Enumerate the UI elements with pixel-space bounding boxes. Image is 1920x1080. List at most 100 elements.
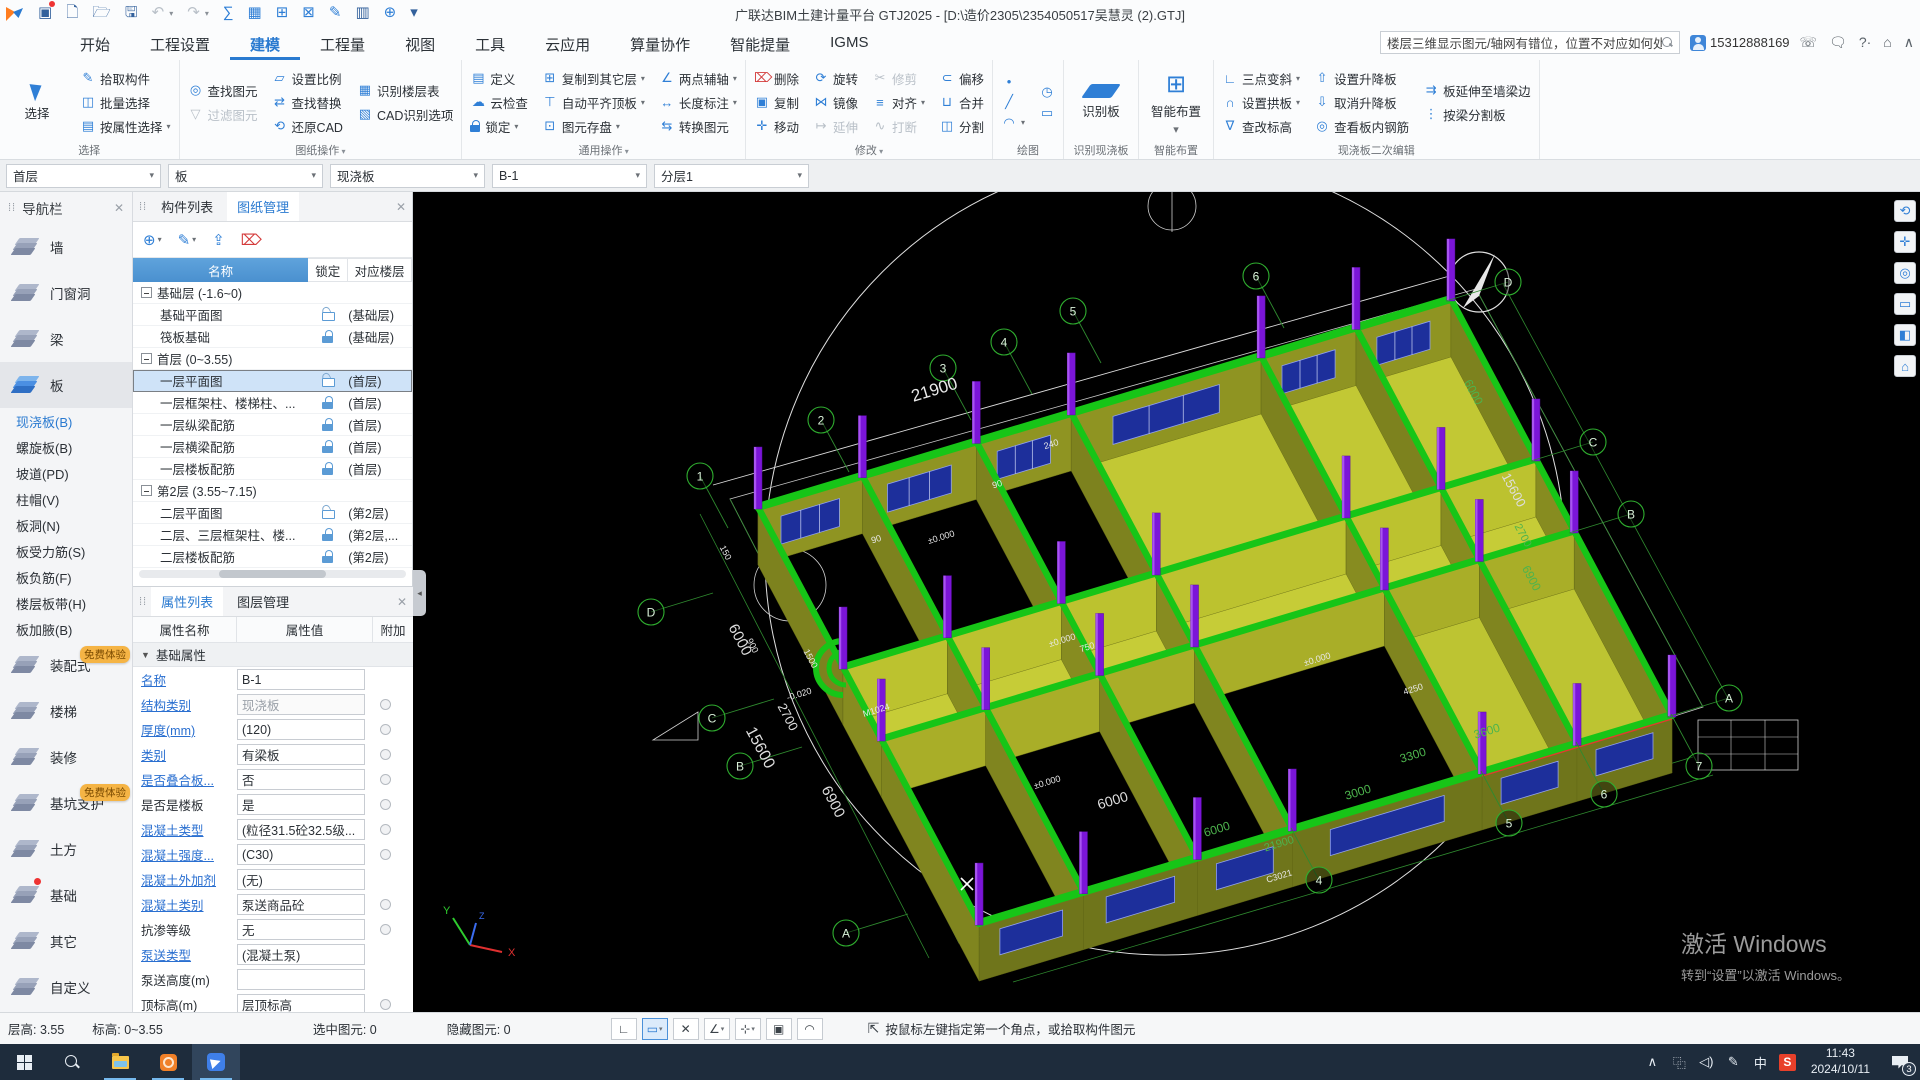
pen-icon[interactable]: ✎ [1720, 1054, 1747, 1070]
redo-icon-arrow[interactable]: ▾ [205, 9, 209, 18]
drawing-row[interactable]: 二层平面图 (第2层) [133, 502, 412, 524]
support-icon[interactable]: ☏ [1800, 34, 1818, 51]
property-value-input[interactable]: 现浇板 [237, 694, 365, 715]
orange-app-button[interactable] [144, 1044, 192, 1080]
help-icon[interactable]: ?· [1859, 34, 1871, 51]
drag-handle-icon[interactable]: ⁞⁞ [8, 202, 16, 214]
collapse-icon[interactable] [141, 287, 152, 298]
智能布置-button[interactable]: ⊞ 智能布置 ▾ [1145, 71, 1207, 136]
project-thumbnail-icon[interactable]: ▣ [38, 1, 56, 23]
property-label[interactable]: 混凝土外加剂 [133, 870, 237, 889]
user-chip[interactable]: 15312888169 [1690, 34, 1790, 51]
feedback-icon[interactable]: 🗨 [1829, 34, 1847, 51]
查看板内钢筋-button[interactable]: ◎ 查看板内钢筋 [1312, 116, 1411, 137]
property-value-input[interactable]: (120) [237, 719, 365, 740]
sidebar-item-门窗洞[interactable]: 门窗洞 [0, 270, 132, 316]
col-lock[interactable]: 锁定 [308, 258, 349, 282]
layer-select-4[interactable]: 分层1 ▾ [654, 163, 809, 188]
view-home-tool[interactable]: ⌂ [1894, 355, 1916, 377]
summary-calc-icon[interactable]: ∑ [223, 3, 234, 23]
sogou-icon[interactable]: S [1778, 1053, 1796, 1071]
taskbar-search-button[interactable] [48, 1044, 96, 1080]
drawing-row[interactable]: 二层楼板配筋 (第2层) [133, 546, 412, 568]
property-value-input[interactable]: 是 [237, 794, 365, 815]
property-label[interactable]: 类别 [133, 745, 237, 764]
draw-line-button[interactable]: ╱ [999, 93, 1027, 111]
偏移-button[interactable]: ⊂ 偏移 [937, 68, 986, 89]
查找图元-button[interactable]: ◎ 查找图元 [186, 80, 260, 101]
property-value-input[interactable]: B-1 [237, 669, 365, 690]
按梁分割板-button[interactable]: ⋮ 按梁分割板 [1421, 104, 1533, 125]
collapse-ribbon-icon[interactable]: ∧ [1904, 34, 1914, 51]
notification-center-button[interactable]: 3 [1880, 1044, 1920, 1080]
drawing-row[interactable]: 筏板基础 (基础层) [133, 326, 412, 348]
redo-icon[interactable]: ↷ [187, 3, 200, 23]
start-button[interactable] [0, 1044, 48, 1080]
识别楼层表-button[interactable]: ▦ 识别楼层表 [355, 80, 455, 101]
批量选择-button[interactable]: ◫ 批量选择 [78, 92, 173, 113]
angle-tool[interactable]: ∠ ▾ [703, 1017, 730, 1040]
qat-more-icon[interactable]: ▾ [410, 3, 418, 23]
glodon-app-button[interactable] [192, 1044, 240, 1080]
layer-select-3[interactable]: B-1 ▾ [492, 163, 647, 188]
property-value-input[interactable] [237, 969, 365, 990]
unlocked-icon[interactable] [322, 308, 336, 321]
property-tab-图层管理[interactable]: 图层管理 [227, 587, 299, 616]
undo-icon-arrow[interactable]: ▾ [169, 9, 173, 18]
close-icon[interactable]: ✕ [114, 201, 124, 215]
property-label[interactable]: 混凝土类型 [133, 820, 237, 839]
property-value-input[interactable]: (混凝土泵) [237, 944, 365, 965]
snap-toggle[interactable]: ✕ [672, 1017, 699, 1040]
draw-rect-button[interactable]: ▭ [1037, 104, 1057, 122]
drawing-canvas[interactable]: 1 2 3 4 5 6 D C B A D C B A 4 5 6 7 21900 6000 2700 15600 6900… [413, 192, 1920, 1012]
collapse-icon[interactable] [141, 353, 152, 364]
search-icon[interactable] [1662, 37, 1673, 48]
property-label[interactable]: 混凝土类别 [133, 895, 237, 914]
layer-select-1[interactable]: 板 ▾ [168, 163, 323, 188]
drawing-group-row[interactable]: 基础层 (-1.6~0) [133, 282, 412, 304]
locked-icon[interactable] [322, 440, 334, 453]
import-drawing-button[interactable]: ⇪ [212, 231, 225, 249]
sidebar-item-土方[interactable]: 土方 [0, 826, 132, 872]
sidebar-item-板负筋(F)[interactable]: 板负筋(F) [0, 564, 132, 590]
property-label[interactable]: 泵送类型 [133, 945, 237, 964]
tab-工程量[interactable]: 工程量 [300, 26, 385, 60]
coord-input-tool[interactable]: ⊹ ▾ [734, 1017, 761, 1040]
sidebar-item-装修[interactable]: 装修 [0, 734, 132, 780]
property-section-basic[interactable]: ▼ 基础属性 [133, 643, 413, 667]
new-project-icon[interactable]: 🗋 [66, 3, 78, 23]
attach-radio[interactable] [379, 999, 391, 1010]
locked-icon[interactable] [322, 462, 334, 475]
locked-icon[interactable] [322, 528, 334, 541]
view-report-icon[interactable]: ▦ [248, 3, 262, 23]
锁定-button[interactable]: 锁定 ▾ [468, 116, 530, 137]
property-label[interactable]: 是否叠合板... [133, 770, 237, 789]
drawing-row[interactable]: 一层框架柱、楼梯柱、... (首层) [133, 392, 412, 414]
rename-drawing-button[interactable]: ✎ ▾ [178, 231, 197, 249]
sidebar-item-现浇板(B)[interactable]: 现浇板(B) [0, 408, 132, 434]
property-tab-属性列表[interactable]: 属性列表 [151, 587, 224, 616]
attach-radio[interactable] [379, 849, 391, 860]
tab-视图[interactable]: 视图 [385, 26, 455, 60]
locked-icon[interactable] [322, 418, 334, 431]
undo-icon[interactable]: ↶ [152, 3, 165, 23]
sidebar-item-基坑支护[interactable]: 基坑支护 免费体验 [0, 780, 132, 826]
attach-radio[interactable] [379, 799, 391, 810]
close-icon[interactable]: ✕ [396, 200, 406, 214]
attach-radio[interactable] [379, 774, 391, 785]
drawing-group-row[interactable]: 首层 (0~3.55) [133, 348, 412, 370]
长度标注-button[interactable]: ↔ 长度标注 ▾ [657, 92, 739, 113]
drawing-row[interactable]: 一层平面图 (首层) [133, 370, 412, 392]
col-name[interactable]: 名称 [133, 258, 309, 282]
镜像-button[interactable]: ⋈ 镜像 [811, 92, 860, 113]
property-label[interactable]: 厚度(mm) [133, 720, 237, 739]
view-orbit-tool[interactable]: ⟲ [1894, 200, 1916, 222]
移动-button[interactable]: ✛ 移动 [752, 116, 801, 137]
按属性选择-button[interactable]: ▤ 按属性选择 ▾ [78, 116, 173, 137]
image-snap-tool[interactable]: ▣ [765, 1017, 792, 1040]
view-quantity-icon[interactable]: ⊞ [276, 3, 289, 23]
drawing-row[interactable]: 二层、三层框架柱、楼... (第2层,... [133, 524, 412, 546]
云检查-button[interactable]: ☁ 云检查 [468, 92, 530, 113]
horizontal-scrollbar[interactable] [139, 570, 406, 578]
tab-工程设置[interactable]: 工程设置 [130, 26, 230, 60]
